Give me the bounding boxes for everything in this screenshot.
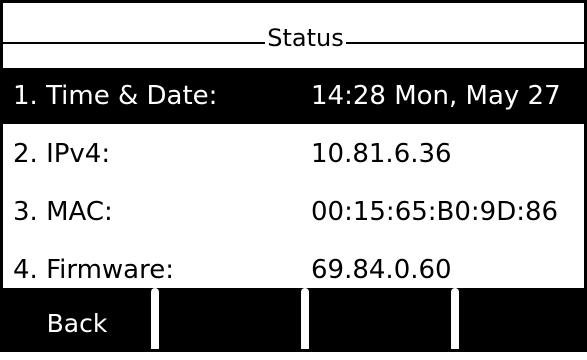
screen-title: Status (267, 24, 344, 52)
menu-item-mac[interactable]: 3. MAC: 00:15:65:B0:9D:86 (3, 184, 584, 240)
menu-item-time-date[interactable]: 1. Time & Date: 14:28 Mon, May 27 (3, 68, 584, 124)
softkey-4[interactable] (459, 288, 584, 349)
softkey-3[interactable] (309, 288, 451, 349)
menu-item-label: 3. MAC: (13, 197, 113, 227)
menu-item-value: 10.81.6.36 (311, 139, 452, 169)
title-bar: Status (3, 9, 584, 59)
menu-item-value: 14:28 Mon, May 27 (311, 81, 561, 111)
softkey-divider (301, 288, 309, 349)
softkey-2[interactable] (159, 288, 301, 349)
title-rule-right (346, 42, 584, 44)
menu-item-label: 2. IPv4: (13, 139, 111, 169)
menu-item-ipv4[interactable]: 2. IPv4: 10.81.6.36 (3, 126, 584, 182)
back-softkey[interactable]: Back (3, 288, 151, 349)
softkey-bar: Back (3, 288, 584, 349)
status-menu: 1. Time & Date: 14:28 Mon, May 27 2. IPv… (3, 68, 584, 300)
softkey-divider (451, 288, 459, 349)
title-rule-left (3, 42, 265, 44)
menu-item-label: 1. Time & Date: (13, 81, 218, 111)
softkey-divider (151, 288, 159, 349)
menu-item-value: 00:15:65:B0:9D:86 (311, 197, 559, 227)
phone-status-screen: Status 1. Time & Date: 14:28 Mon, May 27… (0, 0, 587, 352)
